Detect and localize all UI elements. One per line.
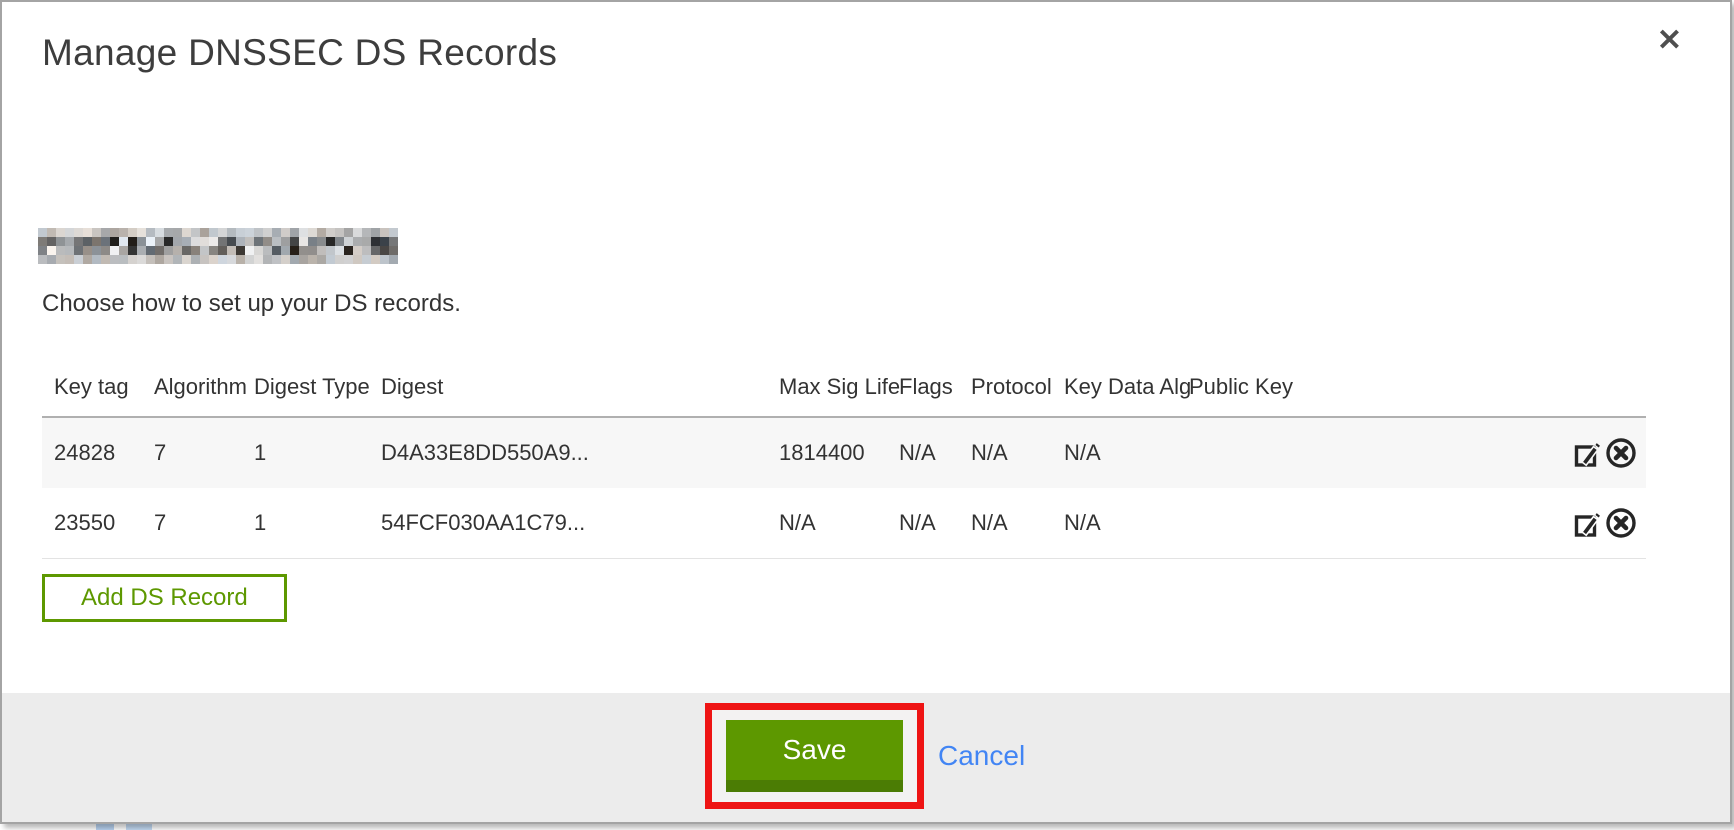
column-header-algorithm: Algorithm	[142, 360, 242, 417]
footer-bar: Save Cancel	[2, 693, 1730, 822]
cell-key-tag: 24828	[42, 417, 142, 488]
column-header-max-sig-life: Max Sig Life	[767, 360, 887, 417]
add-ds-record-button[interactable]: Add DS Record	[42, 574, 287, 622]
edit-record-icon[interactable]	[1572, 507, 1604, 539]
screen: Manage DNSSEC DS Records ✕ Choose how to…	[0, 0, 1734, 830]
column-header-actions	[1527, 360, 1646, 417]
cell-digest-type: 1	[242, 417, 369, 488]
cell-key-tag: 23550	[42, 488, 142, 559]
close-icon[interactable]: ✕	[1657, 26, 1682, 56]
cell-algorithm: 7	[142, 417, 242, 488]
cell-flags: N/A	[887, 488, 959, 559]
cell-digest: 54FCF030AA1C79...	[369, 488, 767, 559]
cell-algorithm: 7	[142, 488, 242, 559]
cancel-link[interactable]: Cancel	[938, 740, 1025, 772]
save-highlight-annotation: Save	[705, 703, 924, 809]
column-header-digest: Digest	[369, 360, 767, 417]
table-row: 24828 7 1 D4A33E8DD550A9... 1814400 N/A …	[42, 417, 1646, 488]
dialog-title: Manage DNSSEC DS Records	[42, 32, 557, 74]
cell-protocol: N/A	[959, 488, 1052, 559]
cell-flags: N/A	[887, 417, 959, 488]
cell-public-key	[1177, 488, 1527, 559]
manage-dnssec-dialog: Manage DNSSEC DS Records ✕ Choose how to…	[0, 0, 1732, 824]
column-header-digest-type: Digest Type	[242, 360, 369, 417]
redacted-domain-name	[38, 228, 398, 264]
ds-records-table-wrap: Key tag Algorithm Digest Type Digest Max…	[42, 360, 1646, 559]
row-actions	[1527, 417, 1646, 488]
cell-digest-type: 1	[242, 488, 369, 559]
cell-digest: D4A33E8DD550A9...	[369, 417, 767, 488]
column-header-key-data-alg: Key Data Alg	[1052, 360, 1177, 417]
cell-max-sig-life: N/A	[767, 488, 887, 559]
column-header-key-tag: Key tag	[42, 360, 142, 417]
delete-record-icon[interactable]	[1604, 506, 1638, 540]
cell-max-sig-life: 1814400	[767, 417, 887, 488]
ds-records-table: Key tag Algorithm Digest Type Digest Max…	[42, 360, 1646, 559]
cell-protocol: N/A	[959, 417, 1052, 488]
save-button[interactable]: Save	[726, 720, 903, 792]
edit-record-icon[interactable]	[1572, 437, 1604, 469]
footer-actions: Save Cancel	[705, 703, 1025, 809]
table-header-row: Key tag Algorithm Digest Type Digest Max…	[42, 360, 1646, 417]
column-header-protocol: Protocol	[959, 360, 1052, 417]
cell-public-key	[1177, 417, 1527, 488]
instruction-text: Choose how to set up your DS records.	[42, 290, 461, 318]
cell-key-data-alg: N/A	[1052, 488, 1177, 559]
table-row: 23550 7 1 54FCF030AA1C79... N/A N/A N/A …	[42, 488, 1646, 559]
cell-key-data-alg: N/A	[1052, 417, 1177, 488]
delete-record-icon[interactable]	[1604, 436, 1638, 470]
column-header-public-key: Public Key	[1177, 360, 1527, 417]
row-actions	[1527, 488, 1646, 559]
